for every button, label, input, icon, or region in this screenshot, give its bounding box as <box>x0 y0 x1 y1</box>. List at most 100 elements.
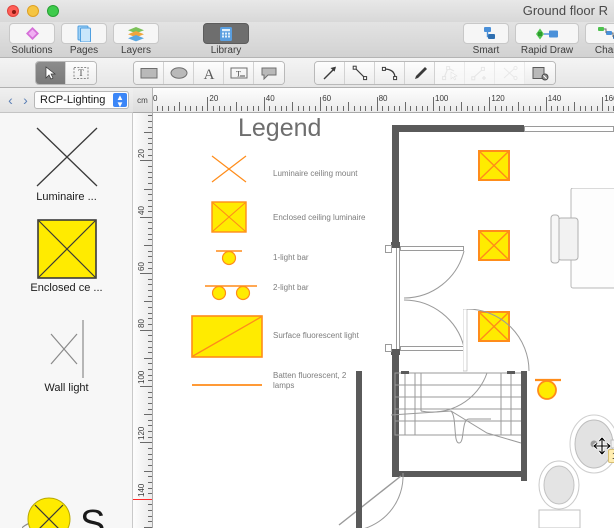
toilet-fixture[interactable] <box>535 458 585 528</box>
ruler-tick <box>148 335 152 337</box>
rapid-draw-label: Rapid Draw <box>520 45 574 56</box>
window-top <box>524 126 614 132</box>
ellipse-tool[interactable] <box>164 62 194 84</box>
callout-tool[interactable] <box>254 62 284 84</box>
ruler-tick <box>506 106 508 111</box>
placed-luminaire[interactable] <box>478 230 510 266</box>
edit-point-tool[interactable] <box>435 62 465 84</box>
ruler-tick <box>292 102 293 111</box>
line-tool[interactable] <box>345 62 375 84</box>
chain-button[interactable]: Chain <box>582 23 614 57</box>
document-canvas[interactable]: Legend Luminaire ceiling mount Enclosed … <box>153 113 614 528</box>
door-bottom-left <box>338 473 404 528</box>
library-icon <box>203 23 249 44</box>
trim-tool[interactable] <box>495 62 525 84</box>
add-point-tool[interactable] <box>465 62 495 84</box>
ruler-tick <box>359 106 361 111</box>
horizontal-ruler[interactable]: 0 20 40 60 80 100 120 140 160 <box>133 88 614 113</box>
library-shape-luminaire[interactable]: Luminaire ... <box>0 125 132 203</box>
pointer-tool[interactable] <box>36 62 66 84</box>
ruler-tick <box>399 106 401 111</box>
ruler-tick <box>140 386 152 387</box>
ruler-tick <box>148 515 152 517</box>
ruler-tick <box>148 307 152 309</box>
ruler-label: 100 <box>435 94 449 103</box>
library-shape-wall-light[interactable]: Wall light <box>0 318 132 394</box>
ruler-tick <box>348 102 350 111</box>
bed-furniture[interactable] <box>548 188 614 298</box>
solutions-icon <box>9 23 55 44</box>
library-next-button[interactable]: › <box>19 92 32 108</box>
ruler-label: 100 <box>137 370 146 384</box>
ruler-tick <box>523 106 525 111</box>
ruler-tick <box>483 106 485 111</box>
close-button[interactable] <box>7 5 19 17</box>
rapid-draw-button[interactable]: Rapid Draw <box>512 23 582 57</box>
door-swing-arcs <box>403 250 465 348</box>
ruler-tick <box>387 106 389 111</box>
ruler-tick <box>148 137 152 139</box>
ruler-tick <box>590 106 592 111</box>
ruler-tick <box>148 250 152 252</box>
ruler-tick <box>148 481 152 483</box>
floor-plan[interactable]: 1- <box>153 113 614 528</box>
text-box-tool[interactable]: T <box>224 62 254 84</box>
curve-tool[interactable] <box>375 62 405 84</box>
library-shape-panel[interactable]: Luminaire ... Enclosed ce ... Wall light <box>0 113 133 528</box>
ruler-unit-box[interactable]: cm <box>133 88 153 113</box>
ruler-tick <box>511 106 513 111</box>
ruler-tick <box>461 102 463 111</box>
ruler-tick <box>144 188 152 190</box>
staircase[interactable] <box>391 371 531 481</box>
library-prev-button[interactable]: ‹ <box>4 92 17 108</box>
minimize-button[interactable] <box>27 5 39 17</box>
ruler-tick <box>140 273 152 275</box>
solutions-button[interactable]: Solutions <box>6 23 58 57</box>
text-tool[interactable]: A <box>194 62 224 84</box>
window-title: Ground floor R <box>522 3 608 18</box>
vertical-ruler[interactable]: 20 40 60 80 100 120 140 <box>133 113 153 528</box>
svg-text:A: A <box>203 67 214 81</box>
ruler-tick <box>148 211 152 213</box>
ruler-tick <box>410 106 412 111</box>
ruler-tick <box>148 261 152 263</box>
move-cursor-icon <box>593 437 611 455</box>
ruler-label: 140 <box>547 94 562 103</box>
ruler-tick <box>596 106 598 111</box>
shape-subtract-tool[interactable] <box>525 62 555 84</box>
pen-tool[interactable] <box>405 62 435 84</box>
ruler-tick <box>148 476 152 478</box>
pages-button[interactable]: Pages <box>58 23 110 57</box>
library-shape-enclosed-ceiling[interactable]: Enclosed ce ... <box>0 218 132 294</box>
ruler-label: 60 <box>322 94 332 103</box>
ruler-tick <box>235 102 237 111</box>
pages-icon <box>61 23 107 44</box>
switch-circle-icon: S <box>17 496 117 528</box>
layers-button[interactable]: Layers <box>110 23 162 57</box>
placed-luminaire[interactable] <box>478 150 510 186</box>
smart-button[interactable]: Smart <box>460 23 512 57</box>
library-button[interactable]: Library <box>200 23 252 57</box>
ruler-tick <box>303 106 305 111</box>
library-shape-switch[interactable]: S S <box>0 496 132 528</box>
ruler-tick <box>562 106 564 111</box>
arrow-tool[interactable] <box>315 62 345 84</box>
ruler-tick <box>382 106 384 111</box>
ruler-tick <box>148 126 152 128</box>
chevron-updown-icon: ▲ ▼ <box>113 93 127 109</box>
rectangle-tool[interactable] <box>134 62 164 84</box>
ruler-tick <box>148 312 152 314</box>
library-label: Library <box>210 45 242 56</box>
zoom-button[interactable] <box>47 5 59 17</box>
ruler-tick <box>148 436 152 438</box>
ruler-tick <box>297 106 299 111</box>
text-select-tool[interactable]: T <box>66 62 96 84</box>
ruler-label: 40 <box>265 94 275 103</box>
ruler-tick <box>196 106 198 111</box>
ruler-tick <box>365 106 367 111</box>
library-dropdown-value: RCP-Lighting <box>40 94 106 106</box>
placed-light-bar[interactable] <box>533 377 563 406</box>
ruler-tick <box>528 106 530 111</box>
layers-label: Layers <box>120 45 151 56</box>
library-dropdown[interactable]: RCP-Lighting ▲ ▼ <box>34 91 129 109</box>
